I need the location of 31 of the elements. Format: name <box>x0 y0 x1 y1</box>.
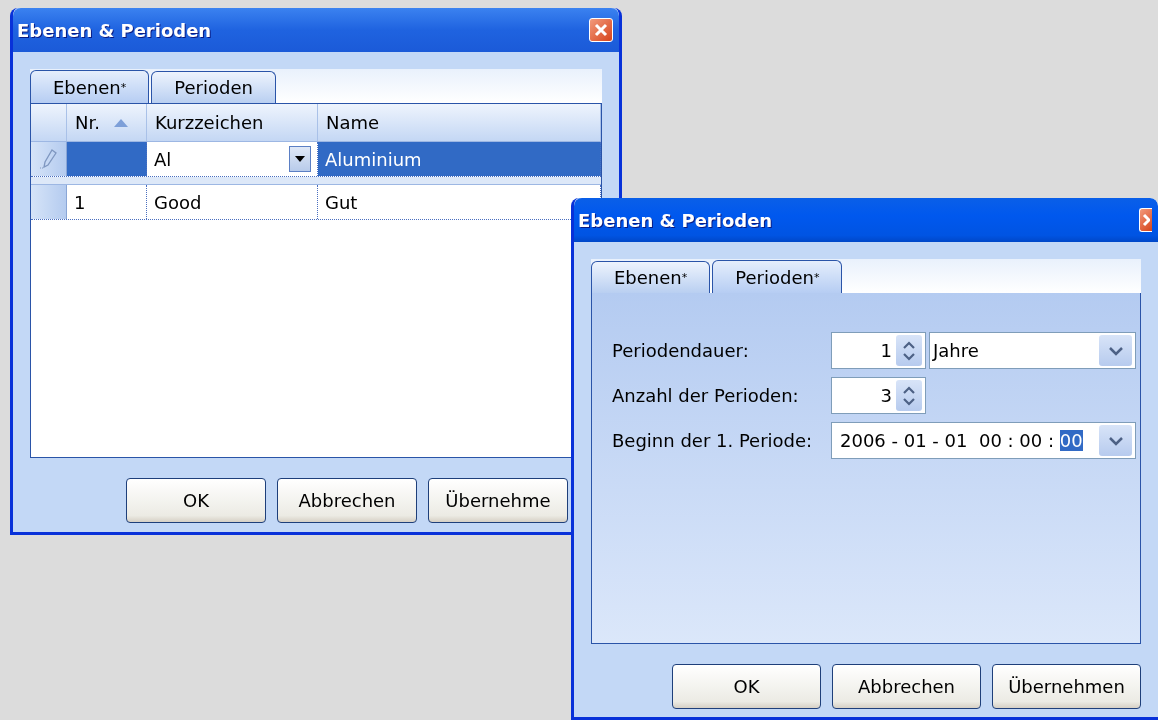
spin-arrows-icon <box>902 384 916 407</box>
tab[interactable]: Ebenen$^{*}$ <box>591 261 711 293</box>
dialog-button[interactable]: Übernehmen <box>992 664 1141 709</box>
close-button[interactable] <box>1139 208 1152 232</box>
spin-button[interactable] <box>896 335 922 366</box>
field-label: Anzahl der Perioden: <box>612 385 800 406</box>
field-label: Periodendauer: <box>612 340 750 361</box>
caret-icon <box>295 156 305 162</box>
spin-button[interactable] <box>896 380 922 411</box>
date-time-field[interactable]: 2006 - 01 - 01 00 : 00 : 00 <box>831 422 1136 459</box>
dropdown-button[interactable] <box>289 146 311 172</box>
spin-arrows-icon <box>902 339 916 362</box>
table-cell: Aluminium <box>318 142 601 176</box>
close-icon <box>1142 213 1150 227</box>
spin-field[interactable]: 3 <box>831 377 926 414</box>
table-cell: Good <box>147 185 318 219</box>
cell-editor-value[interactable]: Al <box>154 148 172 170</box>
tab[interactable]: Perioden$^{*}$ <box>712 260 843 294</box>
dialog-button[interactable]: OK <box>672 664 821 709</box>
chevron-down-icon <box>1107 435 1124 446</box>
close-icon <box>594 23 608 37</box>
column-header[interactable]: Nr. <box>67 104 147 141</box>
column-header[interactable]: Kurzzeichen <box>147 104 318 141</box>
dialog-button[interactable]: Abbrechen <box>832 664 981 709</box>
column-header[interactable]: Name <box>318 104 601 141</box>
chevron-down-icon <box>1107 345 1124 356</box>
field-label: Beginn der 1. Periode: <box>612 430 814 451</box>
table-cell: 1 <box>67 185 147 219</box>
dropdown-field[interactable]: Jahre <box>929 332 1136 369</box>
window-title: Ebenen & Perioden <box>17 19 212 41</box>
spin-field[interactable]: 1 <box>831 332 926 369</box>
